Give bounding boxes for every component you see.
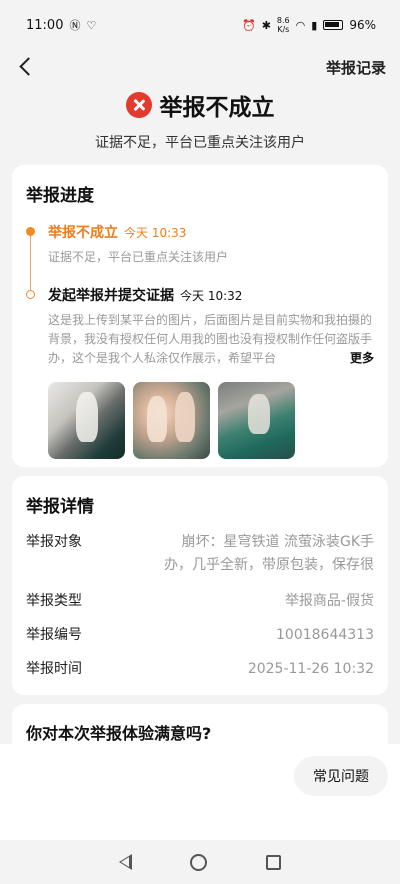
result-title-row: 举报不成立: [0, 88, 400, 122]
timeline: 举报不成立 今天 10:33 证据不足，平台已重点关注该用户 发起举报并提交证据…: [26, 222, 374, 368]
figure-shape: [175, 392, 195, 442]
timeline-item: 发起举报并提交证据 今天 10:32 这是我上传到某平台的图片，后面图片是目前实…: [26, 285, 374, 368]
figure-shape: [76, 392, 98, 442]
progress-title: 举报进度: [26, 186, 94, 206]
satisfaction-title: 你对本次举报体验满意吗?: [26, 724, 212, 743]
progress-card: 举报进度 举报不成立 今天 10:33 证据不足，平台已重点关注该用户 发起举报…: [12, 165, 388, 467]
evidence-image[interactable]: [48, 382, 125, 459]
network-speed-value: 8.6: [276, 16, 290, 25]
timeline-status: 发起举报并提交证据: [48, 288, 174, 304]
timeline-head: 举报不成立 今天 10:33: [48, 222, 374, 242]
detail-label: 举报编号: [26, 627, 82, 643]
bluetooth-icon: ✱: [261, 18, 271, 32]
wifi-icon: ◠: [295, 18, 306, 32]
network-speed-unit: K/s: [277, 25, 290, 34]
battery-icon: [323, 20, 344, 30]
status-bar: 11:00 Ⓝ ♡ ⏰ ✱ 8.6 K/s ◠ ▮ 96%: [0, 0, 400, 50]
figure-shape: [147, 396, 167, 442]
detail-value: 崩坏：星穹铁道 流萤泳装GK手办，几乎全新，带原包装，保存很: [164, 534, 374, 573]
detail-label: 举报时间: [26, 661, 82, 677]
battery-percent: 96%: [349, 18, 376, 32]
evidence-text: 这是我上传到某平台的图片，后面图片是目前实物和我拍摄的背景，我没有授权任何人用我…: [48, 313, 373, 365]
nfc-icon: Ⓝ: [69, 19, 81, 32]
detail-row-target: 举报对象 崩坏：星穹铁道 流萤泳装GK手办，几乎全新，带原包装，保存很: [26, 531, 374, 577]
more-link[interactable]: 更多: [341, 349, 374, 368]
result-header: 举报不成立 证据不足，平台已重点关注该用户: [0, 88, 400, 152]
detail-value: 2025-11-26 10:32: [247, 661, 374, 677]
figure-shape: [248, 394, 270, 434]
network-speed: 8.6 K/s: [277, 16, 290, 34]
faq-button[interactable]: 常见问题: [294, 756, 388, 796]
detail-row-type: 举报类型 举报商品-假货: [26, 591, 374, 612]
timeline-item: 举报不成立 今天 10:33 证据不足，平台已重点关注该用户: [26, 222, 374, 267]
detail-row-time: 举报时间 2025-11-26 10:32: [26, 659, 374, 680]
evidence-image[interactable]: [218, 382, 295, 459]
bottom-bar: 常见问题: [0, 744, 400, 840]
status-bar-right: ⏰ ✱ 8.6 K/s ◠ ▮ 96%: [242, 16, 376, 34]
detail-label: 举报类型: [26, 593, 82, 609]
detail-value: 10018644313: [276, 627, 374, 643]
detail-row-number: 举报编号 10018644313: [26, 625, 374, 646]
back-icon[interactable]: [16, 56, 38, 78]
result-title: 举报不成立: [159, 95, 275, 121]
timeline-head: 发起举报并提交证据 今天 10:32: [48, 285, 374, 305]
evidence-description: 这是我上传到某平台的图片，后面图片是目前实物和我拍摄的背景，我没有授权任何人用我…: [48, 311, 374, 368]
close-circle-icon: [125, 92, 152, 118]
system-recents-icon[interactable]: [265, 854, 281, 870]
timeline-time: 今天 10:32: [180, 289, 243, 303]
system-back-icon[interactable]: [119, 854, 133, 870]
timeline-dot-active: [26, 227, 35, 236]
timeline-dot: [26, 290, 35, 299]
alarm-icon: ⏰: [242, 18, 256, 32]
system-home-icon[interactable]: [190, 853, 208, 871]
evidence-image[interactable]: [133, 382, 210, 459]
report-records-link[interactable]: 举报记录: [326, 57, 386, 78]
timeline-desc: 证据不足，平台已重点关注该用户: [48, 250, 229, 264]
detail-label: 举报对象: [26, 534, 82, 550]
app-notification-icon: ♡: [86, 18, 97, 32]
signal-icon: ▮: [311, 18, 318, 32]
details-card: 举报详情 举报对象 崩坏：星穹铁道 流萤泳装GK手办，几乎全新，带原包装，保存很…: [12, 476, 388, 695]
timeline-status: 举报不成立: [48, 225, 118, 241]
status-bar-left: 11:00 Ⓝ ♡: [26, 17, 96, 33]
nav-bar: 举报记录: [0, 50, 400, 84]
result-subtitle: 证据不足，平台已重点关注该用户: [95, 135, 305, 151]
detail-value: 举报商品-假货: [284, 593, 374, 609]
details-title: 举报详情: [26, 497, 94, 517]
timeline-time: 今天 10:33: [124, 226, 187, 240]
evidence-thumbnails: [48, 382, 374, 459]
system-nav-bar: [0, 840, 400, 884]
clock: 11:00: [26, 17, 64, 33]
